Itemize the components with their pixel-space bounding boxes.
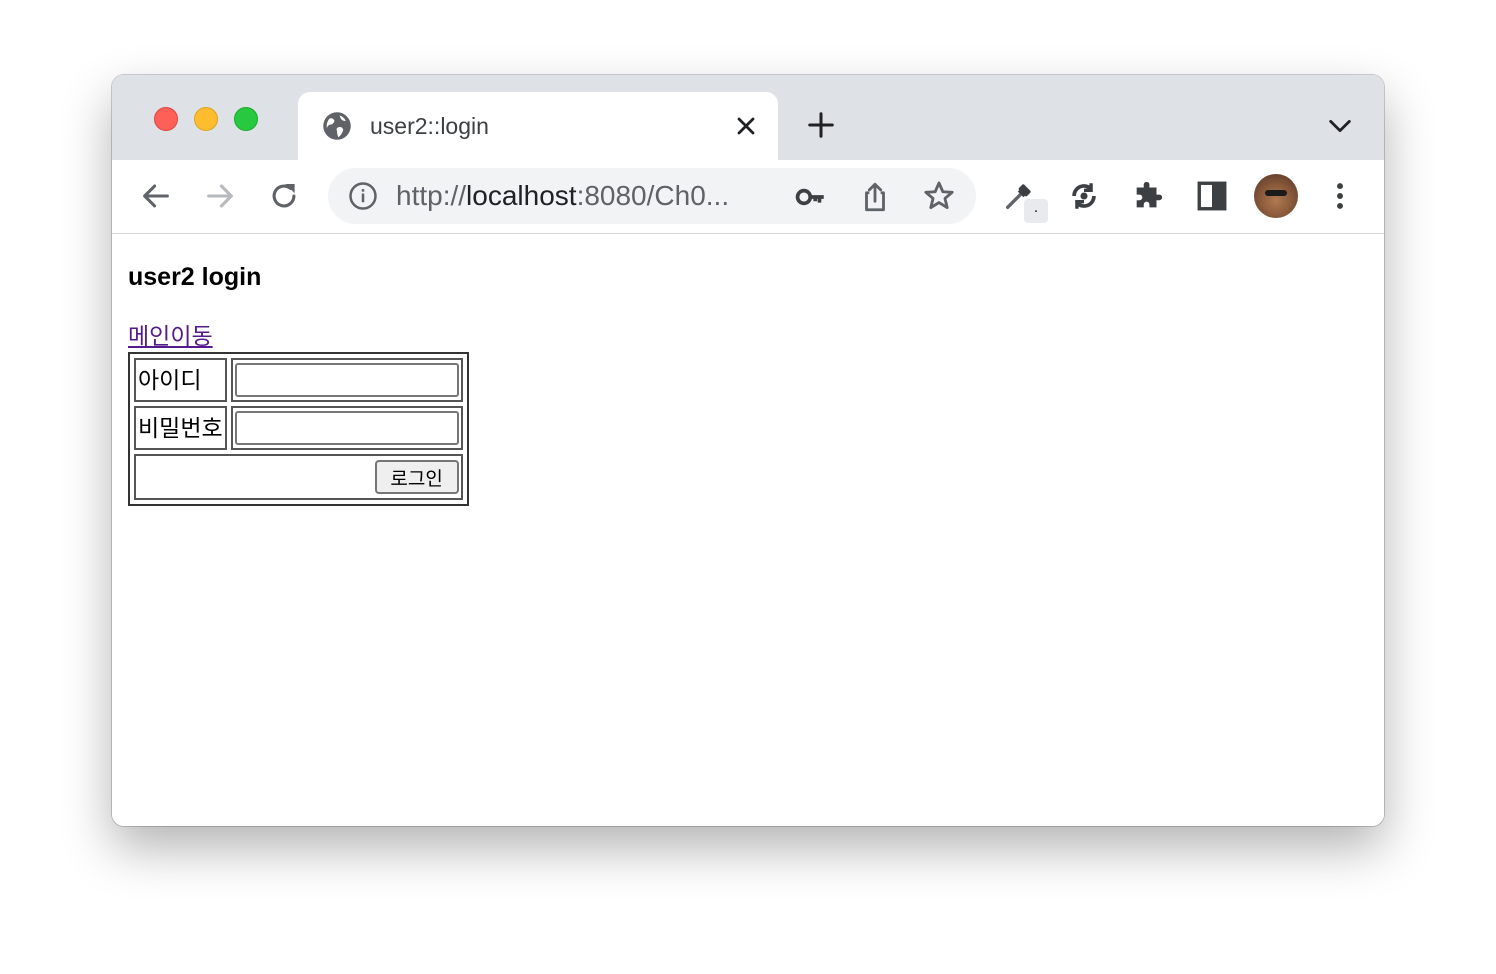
password-input-cell — [230, 406, 463, 450]
password-row: 비밀번호 — [134, 406, 463, 450]
login-form-table: 아이디 비밀번호 로그인 — [128, 352, 469, 506]
avatar[interactable] — [1254, 174, 1298, 218]
submit-cell: 로그인 — [134, 454, 463, 500]
share-icon[interactable] — [858, 180, 892, 214]
star-icon[interactable] — [922, 179, 956, 213]
close-window-button[interactable] — [154, 107, 178, 131]
address-bar[interactable]: http://localhost:8080/Ch0... — [328, 168, 976, 224]
kebab-menu-icon[interactable] — [1323, 179, 1357, 213]
url-rest: :8080/Ch0... — [576, 180, 730, 211]
back-arrow-icon[interactable] — [139, 179, 173, 213]
browser-tab[interactable]: user2::login — [298, 92, 778, 160]
id-label: 아이디 — [134, 358, 227, 402]
id-input-cell — [230, 358, 463, 402]
reload-icon[interactable] — [267, 179, 301, 213]
new-tab-icon[interactable] — [806, 110, 836, 140]
page-content: user2 login 메인이동 아이디 비밀번호 로그인 — [112, 234, 1384, 826]
id-input[interactable] — [234, 363, 459, 397]
browser-toolbar: http://localhost:8080/Ch0... . — [112, 160, 1384, 234]
avatar-glasses — [1265, 190, 1287, 196]
password-input[interactable] — [234, 411, 459, 445]
sync-icon[interactable] — [1067, 179, 1101, 213]
minimize-window-button[interactable] — [194, 107, 218, 131]
side-panel-icon[interactable] — [1195, 179, 1229, 213]
url-text[interactable]: http://localhost:8080/Ch0... — [396, 180, 729, 212]
zoom-window-button[interactable] — [234, 107, 258, 131]
title-bar: user2::login — [112, 75, 1384, 160]
main-page-link[interactable]: 메인이동 — [128, 321, 213, 351]
password-label: 비밀번호 — [134, 406, 227, 450]
puzzle-icon[interactable] — [1131, 179, 1165, 213]
key-icon[interactable] — [794, 180, 828, 214]
tab-title: user2::login — [370, 113, 489, 139]
page-title: user2 login — [128, 263, 262, 291]
info-icon[interactable] — [348, 181, 378, 211]
eyedropper-badge: . — [1024, 199, 1048, 223]
globe-icon — [323, 112, 351, 140]
chevron-down-icon[interactable] — [1326, 115, 1354, 137]
submit-row: 로그인 — [134, 454, 463, 500]
close-tab-icon[interactable] — [732, 112, 760, 140]
login-button[interactable]: 로그인 — [374, 460, 459, 494]
id-row: 아이디 — [134, 358, 463, 402]
browser-window: user2::login http://localhost:8080/Ch0..… — [112, 75, 1384, 826]
url-scheme: http:// — [396, 180, 467, 211]
forward-arrow-icon[interactable] — [203, 179, 237, 213]
url-host: localhost — [466, 180, 577, 211]
